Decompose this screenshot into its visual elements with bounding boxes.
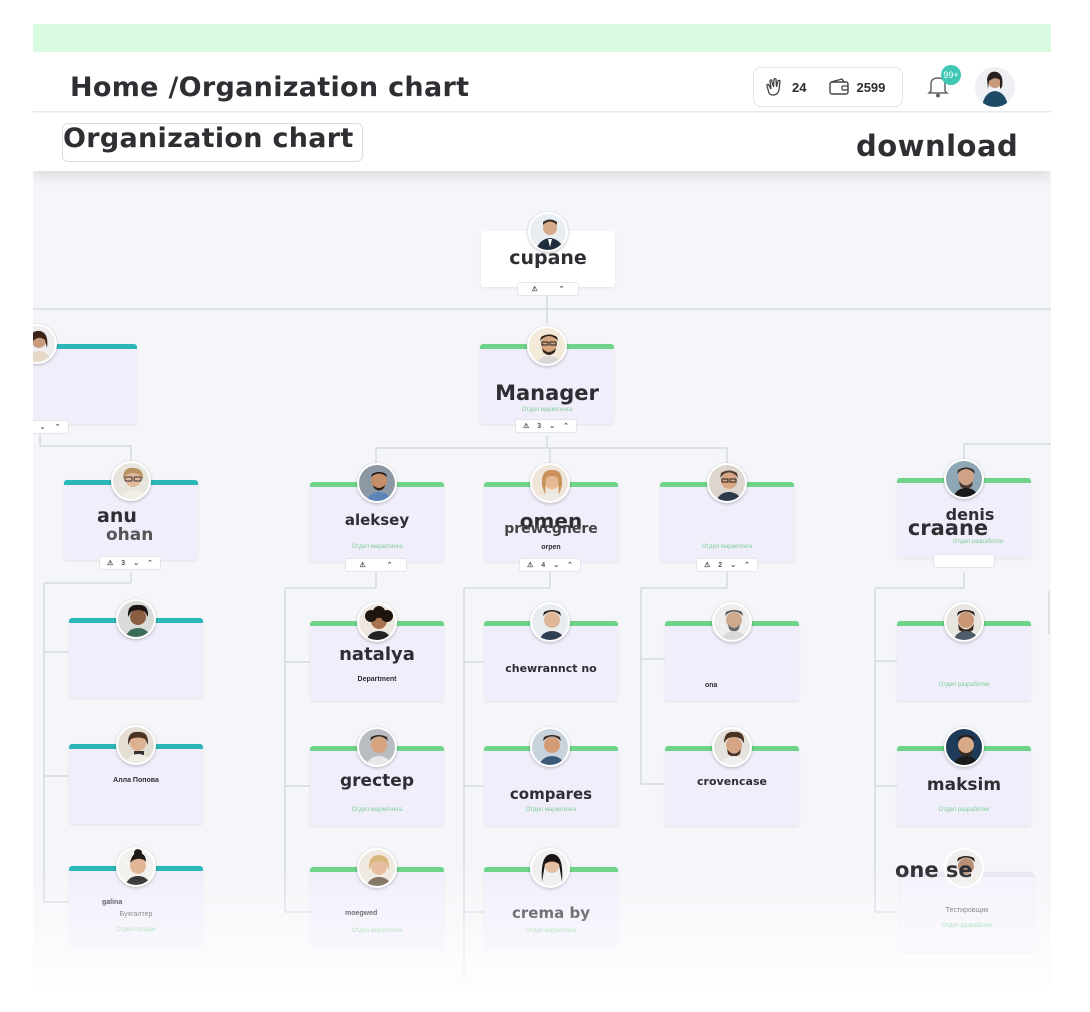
collapse-icon[interactable]: ⌃ bbox=[387, 561, 393, 569]
node-department: Отдел маркетинга bbox=[525, 807, 577, 813]
node-department: Отдел разработки bbox=[952, 539, 1004, 545]
node-department: Department bbox=[357, 676, 397, 683]
node-name: Manager bbox=[495, 381, 599, 405]
chevron-down-icon[interactable]: ⌄ bbox=[553, 561, 559, 569]
node-name-secondary: ohan bbox=[106, 525, 154, 545]
avatar bbox=[530, 463, 570, 503]
team-icon: ⚠ bbox=[523, 423, 530, 430]
node-department: Отдел маркетинга bbox=[351, 544, 403, 550]
node-name: anu bbox=[97, 505, 137, 527]
node-role: Бухгалтер bbox=[119, 911, 153, 918]
avatar bbox=[707, 463, 747, 503]
collapse-icon[interactable]: ⌃ bbox=[559, 285, 565, 293]
expand-control[interactable]: ⚠ 3 ⌄ ⌃ bbox=[515, 419, 577, 433]
avatar bbox=[530, 727, 570, 767]
team-count: 3 bbox=[121, 559, 126, 567]
node-name: ona bbox=[705, 682, 718, 689]
node-department: Отдел маркетинга bbox=[521, 407, 573, 413]
avatar bbox=[357, 727, 397, 767]
node-name-secondary: prewcgnere bbox=[504, 521, 598, 537]
app-frame: Home /Organization chart 24 2599 99+ Org… bbox=[33, 24, 1051, 986]
collapse-icon[interactable]: ⌃ bbox=[563, 422, 569, 430]
collapse-icon[interactable]: ⌃ bbox=[744, 561, 750, 569]
avatar bbox=[944, 602, 984, 642]
avatar bbox=[944, 727, 984, 767]
node-name: crovencase bbox=[697, 775, 767, 788]
expand-control[interactable]: ⚠ 3 ⌄ ⌃ bbox=[99, 556, 161, 570]
chevron-down-icon[interactable]: ⌄ bbox=[40, 423, 46, 431]
node-note: orpen bbox=[541, 544, 561, 551]
node-department: Отдел продаж bbox=[116, 927, 156, 933]
team-count: 3 bbox=[537, 422, 542, 430]
team-count: 2 bbox=[718, 561, 723, 569]
avatar bbox=[528, 212, 568, 252]
collapse-icon[interactable]: ⌃ bbox=[567, 561, 573, 569]
chevron-down-icon[interactable]: ⌄ bbox=[549, 422, 555, 430]
team-count: 4 bbox=[541, 561, 546, 569]
node-department: Отдел маркетинга bbox=[351, 928, 403, 934]
expand-control[interactable]: ⚠ 2 ⌄ ⌃ bbox=[696, 558, 758, 572]
avatar bbox=[530, 602, 570, 642]
node-department: Отдел маркетинга bbox=[525, 928, 577, 934]
node-name: grectep bbox=[340, 771, 414, 791]
node-name: compares bbox=[509, 785, 593, 803]
node-role: Тестировщик bbox=[945, 907, 989, 914]
node-name: chewrannct no bbox=[505, 662, 597, 675]
avatar bbox=[944, 459, 984, 499]
node-name: aleksey bbox=[344, 511, 410, 529]
node-name: Алла Попова bbox=[113, 777, 159, 784]
avatar bbox=[712, 727, 752, 767]
node-department: Отдел разработки bbox=[938, 682, 990, 688]
collapse-icon[interactable]: ⌃ bbox=[55, 423, 61, 431]
avatar bbox=[527, 326, 567, 366]
collapse-icon[interactable]: ⌃ bbox=[147, 559, 153, 567]
team-icon: ⚠ bbox=[359, 562, 366, 569]
expand-control[interactable]: ⚠ ⌃ bbox=[345, 558, 407, 572]
expand-control[interactable]: ⚠ ⌃ bbox=[517, 282, 579, 296]
avatar bbox=[357, 848, 397, 888]
team-icon: ⚠ bbox=[704, 562, 711, 569]
node-department: Отдел разработки bbox=[938, 807, 990, 813]
avatar bbox=[111, 461, 151, 501]
expand-control[interactable]: ⚠ 4 ⌄ ⌃ bbox=[519, 558, 581, 572]
node-name: natalya bbox=[339, 644, 415, 665]
node-name: galina bbox=[102, 899, 123, 906]
avatar bbox=[116, 599, 156, 639]
avatar bbox=[357, 463, 397, 503]
avatar bbox=[116, 847, 156, 887]
node-name: crema by bbox=[512, 904, 590, 922]
node-name: one se bbox=[895, 858, 973, 882]
expand-control[interactable] bbox=[933, 554, 995, 568]
chevron-down-icon[interactable]: ⌄ bbox=[730, 561, 736, 569]
chevron-down-icon[interactable]: ⌄ bbox=[133, 559, 139, 567]
node-department: Отдел разработки bbox=[941, 923, 993, 929]
node-name-secondary: craane bbox=[907, 516, 989, 540]
avatar bbox=[530, 848, 570, 888]
node-name: moegwed bbox=[345, 910, 378, 917]
team-icon: ⚠ bbox=[527, 562, 534, 569]
node-department: Отдел маркетинга bbox=[351, 807, 403, 813]
node-department: Отдел маркетинга bbox=[701, 544, 753, 550]
team-icon: ⚠ bbox=[107, 560, 114, 567]
team-icon: ⚠ bbox=[531, 286, 538, 293]
avatar bbox=[712, 602, 752, 642]
avatar bbox=[116, 725, 156, 765]
avatar bbox=[357, 602, 397, 642]
expand-control[interactable]: ⌄ ⌃ bbox=[33, 420, 69, 434]
node-name: maksim bbox=[926, 775, 1002, 795]
